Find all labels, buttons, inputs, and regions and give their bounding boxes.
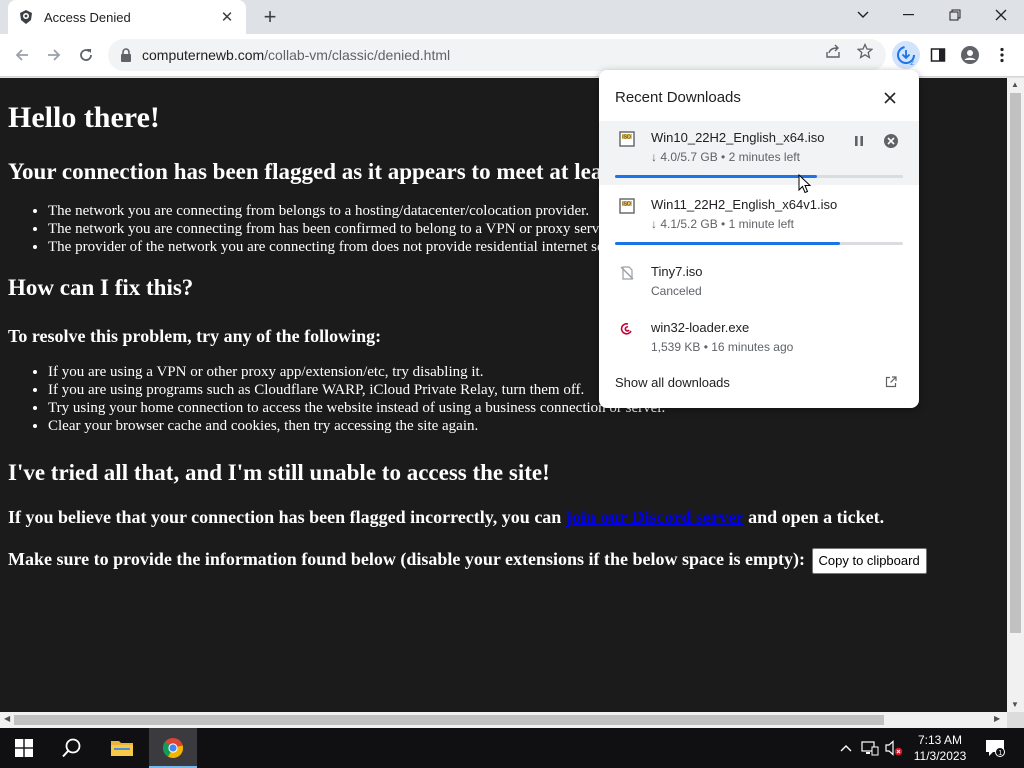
copy-to-clipboard-button[interactable]: Copy to clipboard	[811, 548, 927, 574]
downloads-button[interactable]: 2	[892, 41, 920, 69]
vertical-scrollbar[interactable]: ▲ ▼	[1007, 78, 1024, 712]
downloads-title: Recent Downloads	[615, 89, 741, 106]
provide-info-label: Make sure to provide the information fou…	[8, 549, 806, 570]
incorrect-prefix: If you believe that your connection has …	[8, 507, 566, 527]
scroll-right-arrow-icon[interactable]: ▶	[994, 714, 1000, 723]
minimize-button[interactable]	[886, 0, 932, 30]
bookmark-star-icon[interactable]	[856, 42, 874, 60]
download-filename: win32-loader.exe	[651, 320, 750, 335]
download-progress-fill	[615, 242, 840, 245]
download-item[interactable]: ISO Win11_22H2_English_x64v1.iso ↓ 4.1/5…	[599, 188, 919, 252]
url-host: computernewb.com	[142, 47, 265, 63]
clock-date: 11/3/2023	[913, 749, 967, 763]
iso-file-icon: ISO	[619, 131, 635, 147]
list-item: Clear your browser cache and cookies, th…	[48, 417, 999, 435]
file-explorer-button[interactable]	[98, 728, 146, 768]
tab-title: Access Denied	[44, 9, 131, 25]
tab-search-button[interactable]	[840, 0, 886, 30]
lock-icon[interactable]	[120, 48, 134, 62]
reload-button[interactable]	[72, 41, 100, 69]
incorrect-flag-text: If you believe that your connection has …	[8, 506, 999, 528]
download-progress-bar	[615, 175, 903, 178]
taskbar-search-button[interactable]	[48, 728, 96, 768]
vertical-scroll-thumb[interactable]	[1010, 93, 1021, 633]
folder-icon	[111, 741, 133, 756]
download-item[interactable]: Tiny7.iso Canceled	[599, 255, 919, 319]
download-item[interactable]: ISO Win10_22H2_English_x64.iso ↓ 4.0/5.7…	[599, 121, 919, 185]
incorrect-suffix: and open a ticket.	[743, 507, 885, 527]
forward-button[interactable]	[40, 41, 68, 69]
address-bar[interactable]: computernewb.com/collab-vm/classic/denie…	[108, 39, 886, 71]
chrome-taskbar-button[interactable]	[149, 728, 197, 768]
download-filename: Win10_22H2_English_x64.iso	[651, 130, 825, 145]
download-item[interactable]: win32-loader.exe 1,539 KB • 16 minutes a…	[599, 311, 919, 375]
tab-strip: Access Denied ✕ +	[0, 0, 1024, 34]
favicon-icon	[18, 9, 34, 25]
download-progress-fill	[615, 175, 817, 178]
download-progress-bar	[615, 242, 903, 245]
close-window-button[interactable]	[978, 0, 1024, 30]
url-path: /collab-vm/classic/denied.html	[264, 47, 451, 63]
taskbar-clock[interactable]: 7:13 AM 11/3/2023	[908, 732, 972, 764]
share-icon[interactable]	[824, 42, 842, 60]
open-in-new-icon[interactable]	[883, 374, 899, 390]
back-button[interactable]	[8, 41, 36, 69]
download-filename: Tiny7.iso	[651, 264, 703, 279]
discord-link[interactable]: join our Discord server	[566, 507, 744, 527]
download-badge-count: 2	[910, 60, 914, 66]
download-filename: Win11_22H2_English_x64v1.iso	[651, 197, 838, 212]
kebab-menu-icon[interactable]	[988, 41, 1016, 69]
network-icon[interactable]	[860, 728, 880, 768]
clock-time: 7:13 AM	[917, 733, 963, 747]
action-center-button[interactable]: 1	[980, 728, 1010, 768]
cancel-download-icon[interactable]	[883, 133, 899, 149]
restore-button[interactable]	[932, 0, 978, 30]
download-status: ↓ 4.1/5.2 GB • 1 minute left	[651, 217, 794, 231]
url-text: computernewb.com/collab-vm/classic/denie…	[142, 47, 450, 63]
svg-text:ISO: ISO	[622, 135, 631, 141]
notification-count: 1	[998, 750, 1002, 757]
download-status: 1,539 KB • 16 minutes ago	[651, 340, 794, 354]
start-button[interactable]	[0, 728, 48, 768]
chrome-icon	[162, 738, 184, 759]
scroll-down-arrow-icon[interactable]: ▼	[1011, 700, 1019, 709]
volume-muted-icon[interactable]	[884, 728, 904, 768]
side-panel-icon[interactable]	[924, 41, 952, 69]
profile-avatar-icon[interactable]	[956, 41, 984, 69]
notification-icon: 1	[986, 740, 1005, 757]
show-hidden-icons-chevron-icon[interactable]	[836, 728, 856, 768]
download-status: Canceled	[651, 284, 702, 298]
horizontal-scrollbar[interactable]: ◀ ▶	[0, 712, 1007, 728]
show-all-downloads-link[interactable]: Show all downloads	[615, 375, 730, 390]
horizontal-scroll-thumb[interactable]	[14, 715, 884, 725]
pause-icon[interactable]	[851, 133, 867, 149]
downloads-bubble: Recent Downloads ISO Win10_22H2_English_…	[599, 70, 919, 408]
provide-info-text: Make sure to provide the information fou…	[8, 548, 999, 574]
svg-text:ISO: ISO	[622, 202, 631, 208]
mouse-cursor-icon	[798, 174, 812, 194]
iso-file-icon: ISO	[619, 198, 635, 214]
downloads-close-icon[interactable]	[881, 89, 899, 107]
heading-still-unable: I've tried all that, and I'm still unabl…	[8, 460, 550, 485]
scroll-left-arrow-icon[interactable]: ◀	[4, 714, 10, 723]
search-icon	[62, 738, 81, 758]
download-status: ↓ 4.0/5.7 GB • 2 minutes left	[651, 150, 800, 164]
canceled-file-icon	[619, 265, 635, 281]
scrollbar-corner	[1007, 712, 1024, 728]
tab-close-icon[interactable]: ✕	[218, 8, 236, 26]
windows-logo-icon	[15, 739, 33, 757]
scroll-up-arrow-icon[interactable]: ▲	[1011, 80, 1019, 89]
tab-access-denied[interactable]: Access Denied ✕	[8, 0, 246, 34]
new-tab-button[interactable]: +	[258, 4, 282, 29]
windows-taskbar: 7:13 AM 11/3/2023 1	[0, 728, 1024, 768]
debian-swirl-icon	[619, 321, 635, 337]
